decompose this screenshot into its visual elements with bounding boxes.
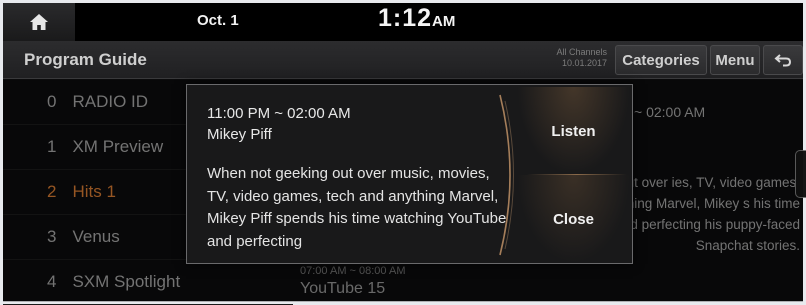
page-title: Program Guide: [24, 50, 147, 69]
guide-date: 10.01.2017: [561, 58, 607, 68]
clock-time: 1:12: [378, 4, 433, 32]
popup-time: 11:00 PM ~ 02:00 AM: [207, 105, 351, 122]
listen-button[interactable]: Listen: [517, 87, 630, 175]
popup-host-name: Mikey Piff: [207, 126, 272, 143]
all-channels-info: All Channels 10.01.2017: [543, 47, 607, 69]
status-clock: 1:12AM: [378, 4, 455, 33]
home-button[interactable]: [3, 3, 75, 41]
close-button[interactable]: Close: [517, 175, 630, 263]
status-date: Oct. 1: [197, 12, 239, 29]
menu-button[interactable]: Menu: [710, 45, 760, 75]
home-icon: [30, 14, 48, 30]
program-info-popup: 11:00 PM ~ 02:00 AM Mikey Piff When not …: [186, 84, 633, 264]
popup-description: When not geeking out over music, movies,…: [207, 165, 507, 250]
clock-ampm: AM: [432, 13, 456, 30]
header-bar: Program Guide All Channels 10.01.2017 Ca…: [3, 41, 803, 79]
back-button[interactable]: [763, 45, 803, 75]
categories-button[interactable]: Categories: [615, 45, 707, 75]
all-channels-label: All Channels: [556, 47, 607, 57]
back-arrow-icon: [774, 54, 792, 67]
